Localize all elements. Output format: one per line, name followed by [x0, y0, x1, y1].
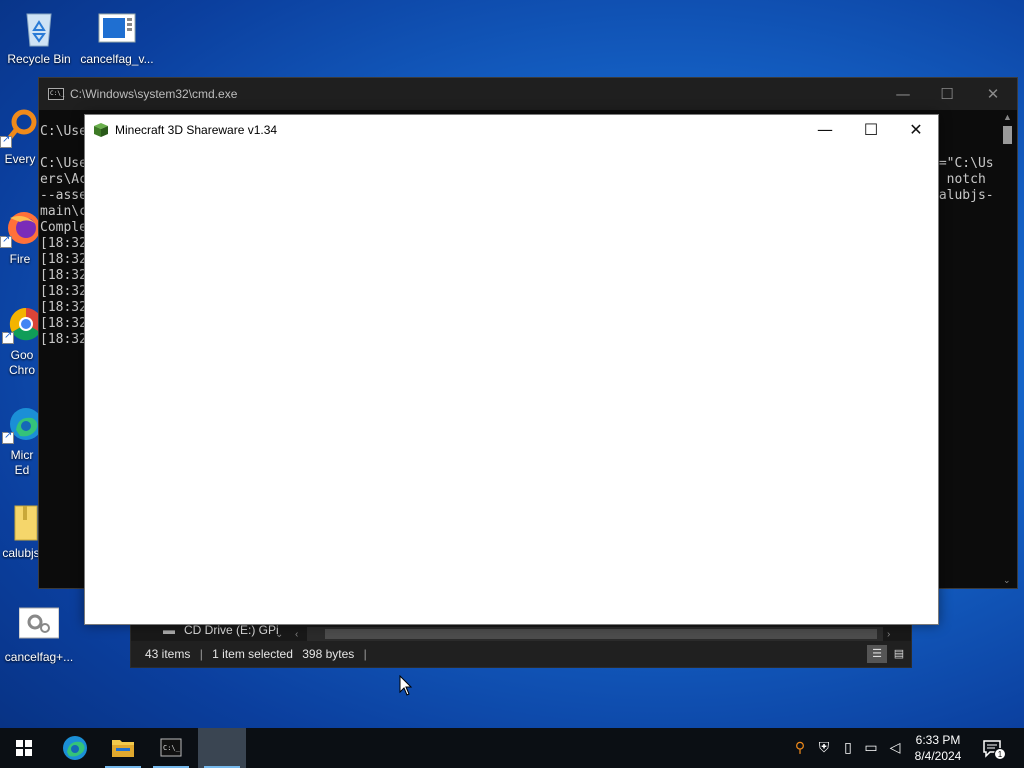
taskbar-edge-button[interactable]	[51, 728, 99, 768]
edge-icon	[2, 404, 42, 444]
clock-time: 6:33 PM	[915, 733, 961, 747]
console-line-right: n="C:\Us	[931, 156, 994, 171]
console-output-right: n="C:\Us n notch calubjs-	[931, 156, 994, 204]
folder-icon	[1, 502, 41, 542]
close-button[interactable]: ✕	[893, 115, 939, 145]
drive-label: CD Drive (E:) GPi	[184, 623, 279, 637]
minimize-button[interactable]: —	[883, 82, 923, 106]
folder-icon	[112, 740, 134, 757]
minimize-button[interactable]: —	[802, 115, 848, 145]
vertical-scrollbar[interactable]: ▲ ⌄	[999, 110, 1017, 588]
taskbar: C:\_ ⚲ ⛨ ▯ ▭ ◁ 6:33 PM 8/4/2024 1	[0, 728, 1024, 768]
game-canvas[interactable]	[85, 145, 938, 624]
console-line: [18:32	[40, 332, 87, 347]
details-view-icon: ☰	[872, 648, 882, 660]
usb-device-icon[interactable]: ▯	[838, 738, 858, 758]
scrollbar-thumb[interactable]	[325, 629, 877, 639]
desktop-icon-recycle-bin[interactable]: Recycle Bin	[0, 8, 78, 66]
taskbar-file-explorer-button[interactable]	[99, 728, 147, 768]
settings-file-icon	[18, 606, 60, 646]
cd-drive-icon: ▬	[163, 623, 175, 637]
recycle-bin-icon	[19, 8, 59, 48]
scroll-left-icon[interactable]: ‹	[295, 629, 298, 640]
edge-icon	[63, 736, 87, 760]
close-button[interactable]: ✕	[973, 82, 1013, 106]
scroll-up-icon[interactable]: ▲	[1003, 112, 1012, 122]
svg-text:C:\_: C:\_	[163, 744, 181, 752]
start-button[interactable]	[0, 728, 48, 768]
console-line: [18:32	[40, 300, 87, 315]
minecraft-titlebar[interactable]: Minecraft 3D Shareware v1.34 — ☐ ✕	[85, 115, 938, 145]
taskbar-cmd-button[interactable]: C:\_	[147, 728, 195, 768]
scrollbar-thumb[interactable]	[1003, 126, 1012, 144]
console-line: Comple	[40, 220, 87, 235]
cmd-icon: C:\_	[48, 88, 64, 100]
minecraft-grass-block-icon	[94, 123, 108, 137]
desktop-icon-label: cancelfag+...	[4, 650, 74, 664]
status-selected: 1 item selected	[212, 647, 293, 661]
cmd-titlebar[interactable]: C:\_ C:\Windows\system32\cmd.exe — ☐ ✕	[39, 78, 1017, 110]
shortcut-arrow-icon	[0, 134, 12, 148]
firefox-icon	[0, 208, 40, 248]
console-line: [18:32	[40, 236, 87, 251]
clock-date: 8/4/2024	[914, 749, 962, 763]
chevron-down-icon[interactable]: ⌄	[275, 629, 283, 640]
shortcut-arrow-icon	[2, 330, 14, 344]
status-size: 398 bytes	[302, 647, 355, 661]
desktop-icon-label: calubjs	[2, 546, 40, 560]
horizontal-scrollbar[interactable]	[307, 627, 883, 641]
maximize-button[interactable]: ☐	[927, 82, 967, 106]
everything-search-tray-icon[interactable]: ⚲	[790, 738, 810, 758]
cmd-title: C:\Windows\system32\cmd.exe	[70, 87, 238, 101]
status-item-count: 43 items	[145, 647, 191, 661]
scroll-down-icon[interactable]: ⌄	[1003, 575, 1011, 586]
desktop-icon-label: Recycle Bin	[7, 52, 71, 66]
shortcut-arrow-icon	[2, 430, 14, 444]
chrome-icon	[2, 304, 42, 344]
network-icon[interactable]: ▭	[861, 738, 881, 758]
details-view-button[interactable]: ☰	[867, 645, 887, 663]
taskbar-minecraft-button[interactable]	[198, 728, 246, 768]
large-icons-view-icon: ▤	[893, 648, 905, 660]
mouse-cursor-icon	[399, 675, 413, 696]
desktop-icon-label: Fire	[9, 252, 31, 266]
status-bar: 43 items | 1 item selected 398 bytes |	[131, 641, 911, 667]
console-line: --asse	[40, 188, 87, 203]
notification-count-badge: 1	[994, 748, 1006, 760]
terminal-icon: C:\_	[160, 738, 182, 757]
desktop-icon-cancelfag-v[interactable]: cancelfag_v...	[78, 8, 156, 66]
console-line: [18:32	[40, 316, 87, 331]
console-line: [18:32	[40, 252, 87, 267]
console-line: C:\Use	[40, 156, 87, 171]
maximize-button[interactable]: ☐	[848, 115, 894, 145]
desktop-icon-cancelfag-plus[interactable]: cancelfag+...	[0, 606, 78, 664]
security-shield-icon[interactable]: ⛨	[814, 738, 834, 758]
console-output: C:\Use C:\Use ers\Ac --asse main\c Comple [18…	[40, 124, 87, 348]
volume-muted-icon[interactable]: ◁	[885, 738, 905, 758]
everything-search-icon	[0, 108, 40, 148]
desktop-icon-label: cancelfag_v...	[80, 52, 154, 66]
large-icons-view-button[interactable]: ▤	[889, 645, 909, 663]
document-icon	[97, 8, 137, 48]
console-line-right: calubjs-	[931, 188, 994, 203]
desktop-icon-everything[interactable]: Every	[0, 108, 40, 166]
scroll-right-icon[interactable]: ›	[887, 629, 890, 640]
console-line-right: n notch	[931, 172, 986, 187]
minecraft-window[interactable]: Minecraft 3D Shareware v1.34 — ☐ ✕	[84, 114, 939, 625]
notification-center-button[interactable]: 1	[980, 736, 1006, 760]
console-line: main\c	[40, 204, 87, 219]
desktop-icon-calubjs[interactable]: calubjs	[0, 502, 42, 560]
console-line: [18:32	[40, 284, 87, 299]
clock[interactable]: 6:33 PM 8/4/2024	[906, 732, 970, 764]
shortcut-arrow-icon	[0, 234, 12, 248]
console-line: ers\Ac	[40, 172, 87, 187]
console-line: [18:32	[40, 268, 87, 283]
desktop-icon-label: Every	[4, 152, 36, 166]
minecraft-title: Minecraft 3D Shareware v1.34	[115, 123, 278, 137]
windows-logo-icon	[16, 740, 32, 756]
console-line: C:\Use	[40, 124, 87, 139]
desktop-icon-firefox[interactable]: Fire	[0, 208, 40, 266]
